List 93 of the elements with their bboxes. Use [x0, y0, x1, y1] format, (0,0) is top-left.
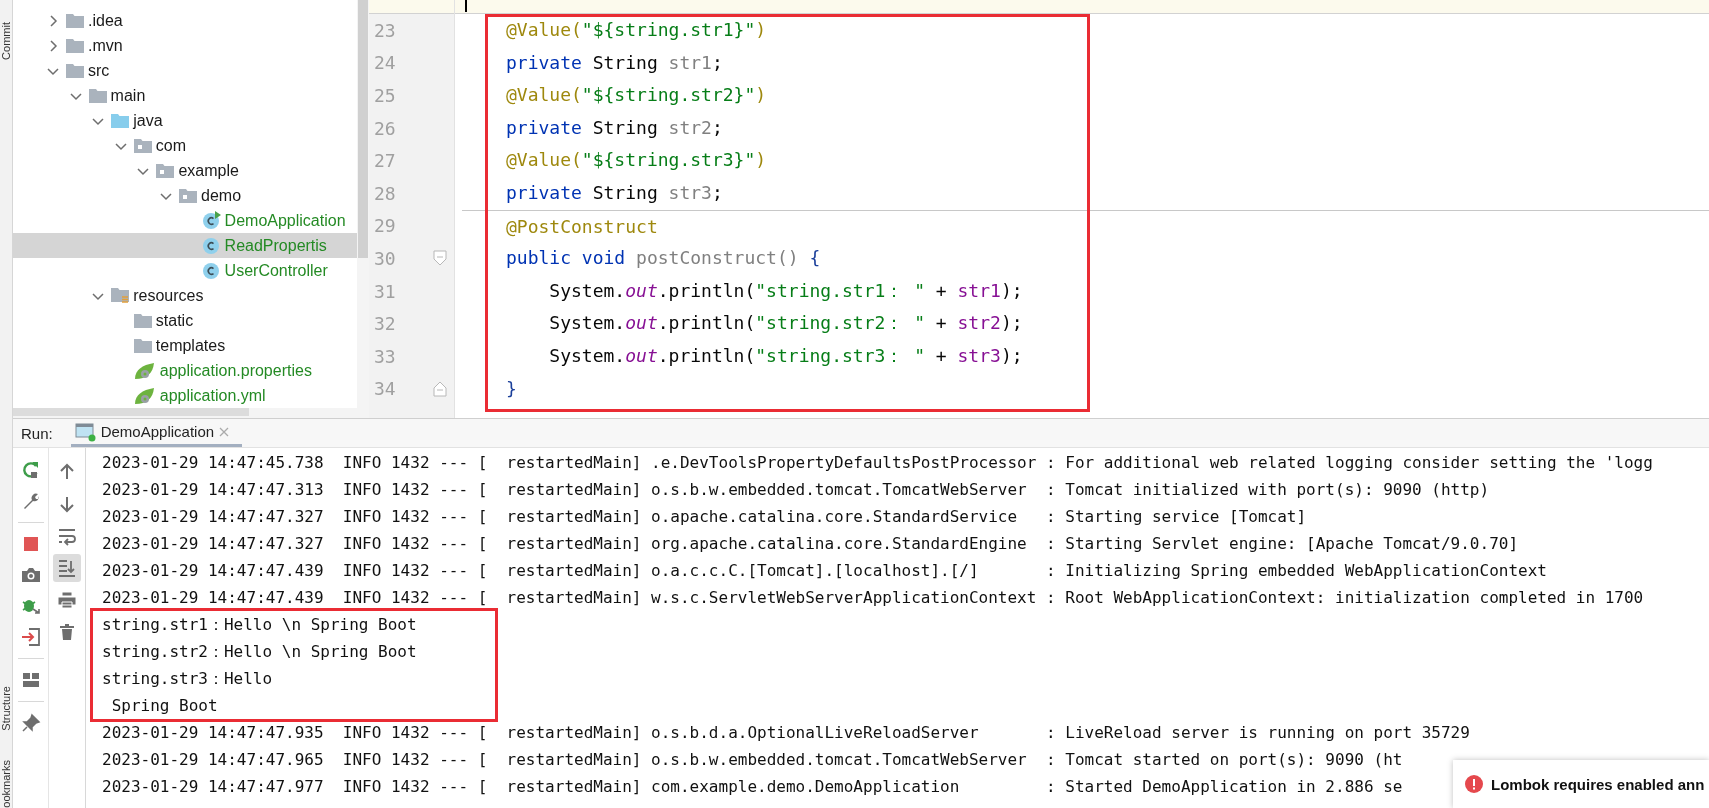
tool-window-tab[interactable]: ookmarks [0, 760, 12, 808]
folder-icon [133, 338, 152, 353]
code-line: System.out.println("string.str1： " + str1); [548, 278, 1024, 303]
tree-item[interactable]: main [13, 83, 357, 108]
printer-icon [57, 590, 77, 610]
console-line: 2023-01-29 14:47:47.439 INFO 1432 --- [ restartedMain] o.a.c.c.C.[Tomcat].[localhost].[/] : Initializing Spring embedded WebApplicationContext [102, 560, 1547, 582]
error-icon [1465, 775, 1483, 793]
tree-item[interactable]: resources [13, 283, 357, 308]
camera-icon[interactable] [20, 565, 41, 585]
console-line: string.str2：Hello \n Spring Boot [102, 641, 417, 663]
console-line: Spring Boot [110, 695, 218, 717]
tree-item[interactable]: DemoApplication [13, 208, 357, 233]
notification-balloon[interactable]: Lombok requires enabled ann [1453, 760, 1709, 808]
console-line: 2023-01-29 14:47:47.439 INFO 1432 --- [ restartedMain] w.s.c.ServletWebServerApplicationContext : Root WebApplicationContext: initialization completed in 1700 [102, 587, 1644, 609]
scroll-to-end-button[interactable] [53, 554, 81, 582]
notification-text: Lombok requires enabled ann [1491, 775, 1705, 793]
tree-item[interactable]: .idea [13, 8, 357, 33]
tool-window-tab[interactable]: Structure [0, 685, 12, 731]
line-number: 27 [374, 150, 396, 172]
folder-icon [66, 38, 84, 53]
folder-icon [88, 88, 107, 103]
code-line: private String str2; [505, 115, 724, 140]
line-number: 23 [374, 19, 396, 41]
rerun-icon[interactable] [20, 460, 41, 480]
code-line: System.out.println("string.str2： " + str2); [548, 311, 1024, 336]
folder-icon [133, 313, 152, 328]
console-line: 2023-01-29 14:47:47.977 INFO 1432 --- [ restartedMain] com.example.demo.DemoApplication : Started DemoApplication in 2.886 se [102, 776, 1403, 798]
tree-item[interactable]: .mvn [13, 33, 357, 58]
code-line: public void postConstruct() { [505, 246, 822, 271]
run-tab[interactable]: DemoApplication [70, 419, 243, 447]
folder-icon [66, 63, 84, 78]
line-number: 25 [374, 85, 396, 106]
tree-item[interactable]: templates [13, 333, 357, 358]
code-line: @Value("${string.str2}") [505, 83, 768, 108]
fold-marker-icon[interactable] [433, 250, 447, 267]
folder-icon [111, 113, 130, 128]
tree-item[interactable]: example [13, 158, 357, 183]
line-number: 30 [374, 247, 396, 269]
leaf-gear-icon [133, 386, 156, 405]
tree-item[interactable]: application.yml [13, 383, 357, 408]
console-line: string.str3：Hello [102, 668, 273, 690]
tree-item[interactable]: application.properties [13, 358, 357, 383]
runnable-class-icon [201, 211, 221, 230]
panel-title: Run: [21, 424, 53, 442]
scrollbar-thumb[interactable] [13, 408, 249, 416]
layout-icon[interactable] [20, 670, 41, 690]
code-line: } [505, 376, 518, 401]
wrap-icon [57, 526, 77, 546]
line-number: 32 [374, 313, 396, 335]
console-line: 2023-01-29 14:47:47.313 INFO 1432 --- [ restartedMain] o.s.b.w.embedded.tomcat.TomcatWebServer : Tomcat initialized with port(s): 9090 (http) [102, 479, 1490, 501]
exit-icon[interactable] [20, 627, 41, 647]
down-arrow-icon [57, 494, 77, 514]
tree-item[interactable]: com [13, 133, 357, 158]
trash-icon [57, 622, 77, 642]
line-number: 26 [374, 117, 396, 139]
code-line: private String str3; [505, 180, 724, 205]
package-icon [179, 188, 197, 203]
console-line: 2023-01-29 14:47:47.935 INFO 1432 --- [ restartedMain] o.s.b.d.a.OptionalLiveReloadServer : LiveReload server is running on port 35729 [102, 722, 1470, 744]
scrollbar-thumb[interactable] [358, 0, 368, 258]
folder-icon [66, 13, 84, 28]
tree-item[interactable]: UserController [13, 258, 357, 283]
console-line: 2023-01-29 14:47:47.965 INFO 1432 --- [ restartedMain] o.s.b.w.embedded.tomcat.TomcatWebServer : Tomcat started on port(s): 9090 (ht [102, 749, 1403, 771]
tree-item[interactable]: demo [13, 183, 357, 208]
code-line: @Value("${string.str3}") [505, 148, 768, 173]
leaf-gear-icon [133, 361, 156, 380]
line-number: 24 [374, 52, 396, 74]
package-icon [156, 163, 175, 178]
code-line: System.out.println("string.str3： " + str3); [548, 343, 1024, 368]
code-line: private String str1; [505, 50, 724, 75]
console-line: string.str1：Hello \n Spring Boot [102, 614, 417, 636]
fold-marker-icon[interactable] [433, 380, 447, 397]
tree-item[interactable]: src [13, 58, 357, 83]
code-line: @PostConstruct [462, 209, 1709, 243]
app-window-icon [74, 421, 97, 442]
pin-icon[interactable] [20, 713, 41, 733]
scroll-to-end-icon [57, 558, 77, 578]
line-number: 34 [374, 378, 396, 400]
class-icon [201, 261, 221, 280]
resources-folder-icon [111, 287, 130, 304]
console-line: 2023-01-29 14:47:45.738 INFO 1432 --- [ restartedMain] .e.DevToolsPropertyDefaultsPostProcessor : For additional web related logging consider setting the 'logg [102, 452, 1653, 474]
console-line: 2023-01-29 14:47:47.327 INFO 1432 --- [ restartedMain] o.apache.catalina.core.StandardService : Starting service [Tomcat] [102, 506, 1307, 528]
tool-window-tab[interactable]: Commit [0, 22, 12, 60]
tree-item[interactable]: static [13, 308, 357, 333]
line-number: 29 [374, 215, 396, 237]
tree-item[interactable]: java [13, 108, 357, 133]
package-icon [133, 138, 152, 153]
console-line: 2023-01-29 14:47:47.327 INFO 1432 --- [ restartedMain] org.apache.catalina.core.StandardEngine : Starting Servlet engine: [Apache Tomcat/9.0.70] [102, 533, 1519, 555]
line-number: 31 [374, 280, 396, 302]
line-number: 33 [374, 345, 396, 367]
text-cursor [465, 0, 467, 12]
line-number: 28 [374, 182, 396, 204]
code-line: @Value("${string.str1}") [505, 18, 768, 42]
class-icon [201, 236, 221, 255]
